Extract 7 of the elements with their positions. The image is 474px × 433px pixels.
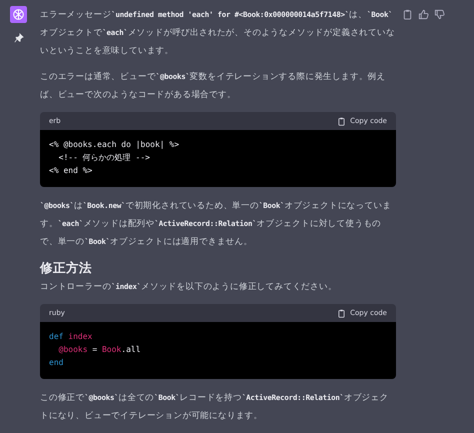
code-line: @books = Book.all <box>58 344 142 356</box>
code-line: <% end %> <box>49 165 94 177</box>
code-line: <% @books.each do |book| %> <box>49 139 180 151</box>
code-line: def index <box>49 331 94 343</box>
section-heading: 修正方法 <box>40 259 93 277</box>
code-line: <!-- 何らかの処理 --> <box>58 152 151 164</box>
code-line: end <box>49 357 64 369</box>
